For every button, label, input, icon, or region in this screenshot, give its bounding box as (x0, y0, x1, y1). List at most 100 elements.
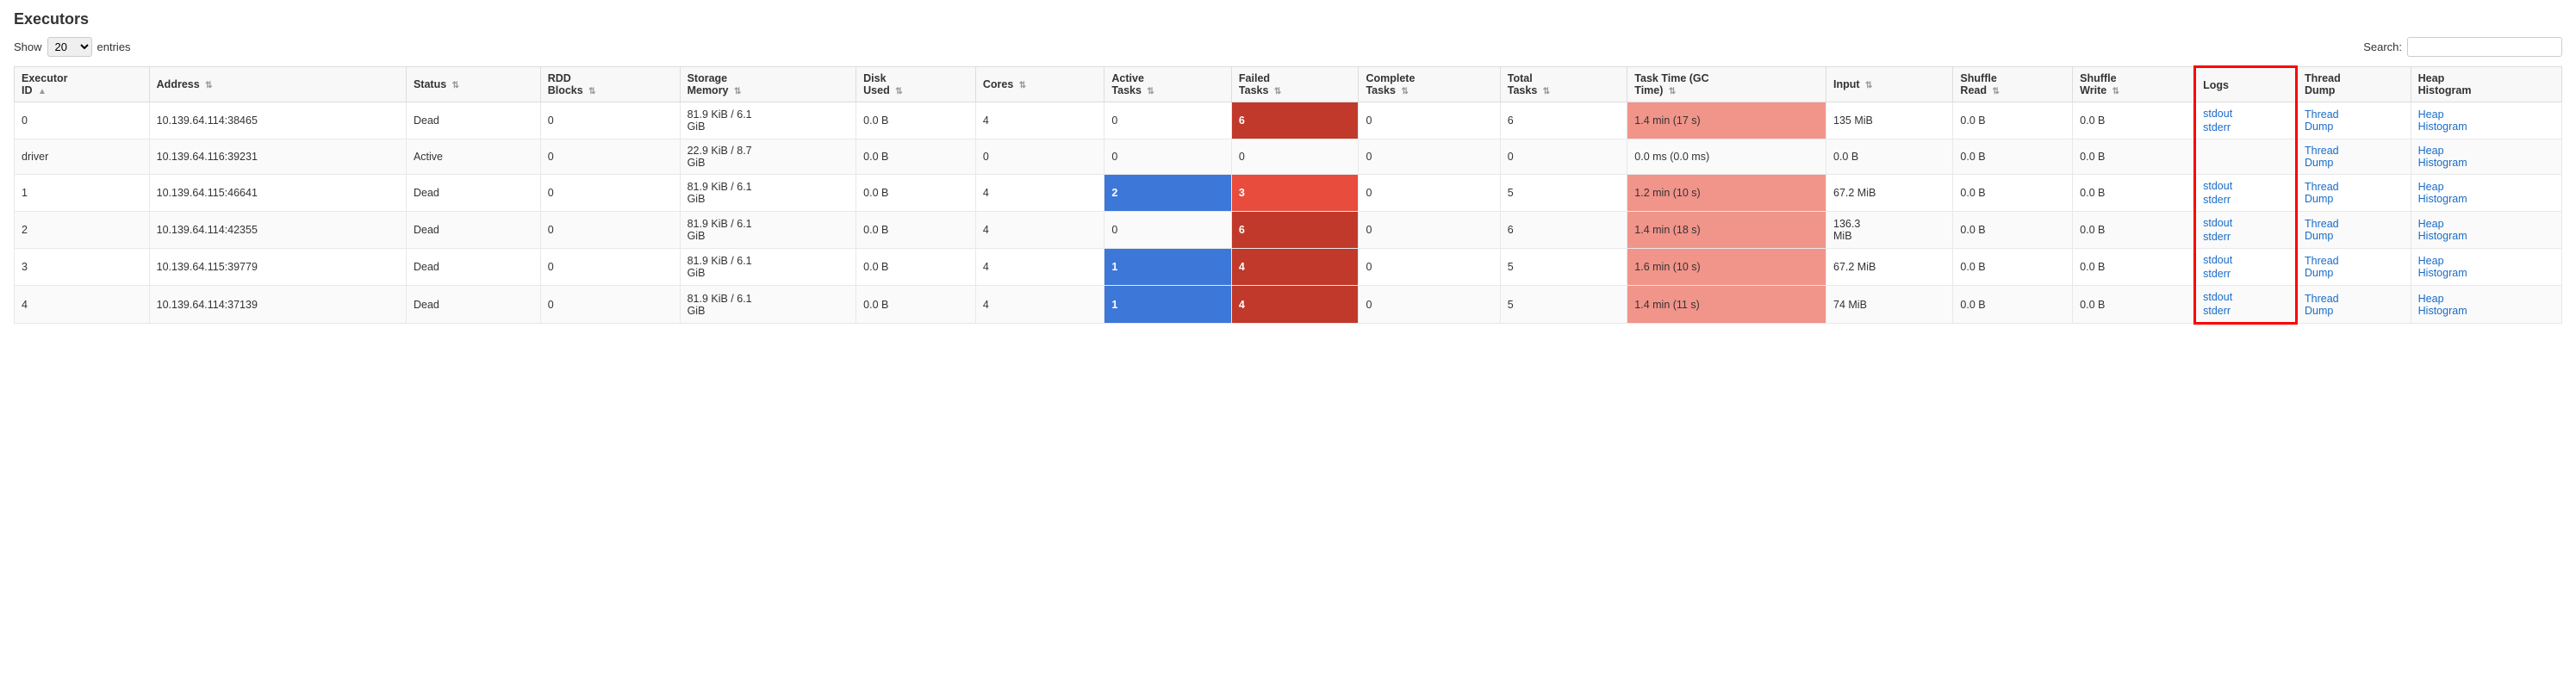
table-cell: 6 (1500, 102, 1627, 139)
log-link[interactable]: stdout (2203, 291, 2288, 303)
thread-dump-link[interactable]: ThreadDump (2305, 108, 2339, 133)
col-total-tasks[interactable]: TotalTasks ⇅ (1500, 67, 1627, 102)
log-link[interactable]: stderr (2203, 268, 2288, 280)
thread-dump-link[interactable]: ThreadDump (2305, 255, 2339, 279)
table-cell: 0 (1104, 102, 1232, 139)
table-cell: 0 (540, 212, 680, 249)
col-logs: Logs (2195, 67, 2297, 102)
table-cell: 10.139.64.115:46641 (149, 175, 406, 212)
thread-dump-link[interactable]: ThreadDump (2305, 293, 2339, 317)
table-body: 010.139.64.114:38465Dead081.9 KiB / 6.1G… (15, 102, 2562, 324)
heap-histogram-cell: HeapHistogram (2411, 175, 2561, 212)
heap-histogram-cell: HeapHistogram (2411, 102, 2561, 139)
table-cell: 0.0 B (1953, 286, 2073, 324)
table-cell: 0.0 B (856, 139, 976, 175)
table-cell: 6 (1231, 212, 1359, 249)
col-shuffle-read[interactable]: ShuffleRead ⇅ (1953, 67, 2073, 102)
table-cell: 0 (1104, 212, 1232, 249)
table-cell: Active (406, 139, 540, 175)
table-cell: 0.0 B (1826, 139, 1953, 175)
col-task-time[interactable]: Task Time (GCTime) ⇅ (1627, 67, 1826, 102)
logs-cell: stdout stderr (2195, 212, 2297, 249)
col-heap-histogram: HeapHistogram (2411, 67, 2561, 102)
log-link[interactable]: stderr (2203, 194, 2288, 206)
table-cell: 0.0 B (856, 102, 976, 139)
table-cell: 0.0 ms (0.0 ms) (1627, 139, 1826, 175)
logs-cell (2195, 139, 2297, 175)
table-cell: 0 (1359, 286, 1500, 324)
table-cell: 4 (1231, 286, 1359, 324)
table-cell: 0 (975, 139, 1104, 175)
table-cell: 0 (1359, 139, 1500, 175)
table-cell: 1 (15, 175, 150, 212)
col-rdd-blocks[interactable]: RDDBlocks ⇅ (540, 67, 680, 102)
table-cell: Dead (406, 102, 540, 139)
thread-dump-link[interactable]: ThreadDump (2305, 218, 2339, 242)
table-cell: 0.0 B (2073, 139, 2195, 175)
table-row: 310.139.64.115:39779Dead081.9 KiB / 6.1G… (15, 249, 2562, 286)
table-cell: 0 (1359, 249, 1500, 286)
table-cell: 0.0 B (856, 212, 976, 249)
col-input[interactable]: Input ⇅ (1826, 67, 1953, 102)
table-cell: 0.0 B (1953, 175, 2073, 212)
table-cell: 0 (540, 249, 680, 286)
col-executor-id[interactable]: ExecutorID ▲ (15, 67, 150, 102)
col-failed-tasks[interactable]: FailedTasks ⇅ (1231, 67, 1359, 102)
heap-histogram-link[interactable]: HeapHistogram (2418, 181, 2467, 205)
table-cell: 0 (540, 175, 680, 212)
table-cell: 0.0 B (1953, 139, 2073, 175)
table-cell: 4 (975, 212, 1104, 249)
heap-histogram-link[interactable]: HeapHistogram (2418, 145, 2467, 169)
heap-histogram-link[interactable]: HeapHistogram (2418, 293, 2467, 317)
heap-histogram-link[interactable]: HeapHistogram (2418, 108, 2467, 133)
table-cell: 0.0 B (2073, 286, 2195, 324)
col-storage-memory[interactable]: StorageMemory ⇅ (680, 67, 856, 102)
table-cell: 0 (1359, 175, 1500, 212)
thread-dump-cell: ThreadDump (2297, 102, 2411, 139)
thread-dump-link[interactable]: ThreadDump (2305, 181, 2339, 205)
thread-dump-link[interactable]: ThreadDump (2305, 145, 2339, 169)
page-title: Executors (14, 10, 2562, 28)
log-link[interactable]: stdout (2203, 180, 2288, 192)
heap-histogram-link[interactable]: HeapHistogram (2418, 218, 2467, 242)
col-shuffle-write[interactable]: ShuffleWrite ⇅ (2073, 67, 2195, 102)
heap-histogram-cell: HeapHistogram (2411, 286, 2561, 324)
col-address[interactable]: Address ⇅ (149, 67, 406, 102)
table-cell: 0.0 B (2073, 249, 2195, 286)
col-status[interactable]: Status ⇅ (406, 67, 540, 102)
table-cell: 5 (1500, 175, 1627, 212)
log-link[interactable]: stderr (2203, 305, 2288, 317)
col-disk-used[interactable]: DiskUsed ⇅ (856, 67, 976, 102)
thread-dump-cell: ThreadDump (2297, 175, 2411, 212)
table-cell: 0.0 B (1953, 249, 2073, 286)
table-cell: 0.0 B (856, 175, 976, 212)
table-cell: 0 (1500, 139, 1627, 175)
logs-cell: stdoutstderr (2195, 102, 2297, 139)
col-thread-dump: ThreadDump (2297, 67, 2411, 102)
search-label: Search: (2363, 40, 2402, 53)
log-link[interactable]: stdout (2203, 108, 2288, 120)
show-entries-control: Show 20 50 100 entries (14, 37, 131, 57)
table-cell: 0 (540, 286, 680, 324)
log-link[interactable]: stdout (2203, 217, 2288, 229)
table-cell: 1.4 min (17 s) (1627, 102, 1826, 139)
col-complete-tasks[interactable]: CompleteTasks ⇅ (1359, 67, 1500, 102)
heap-histogram-link[interactable]: HeapHistogram (2418, 255, 2467, 279)
table-cell: 2 (1104, 175, 1232, 212)
logs-cell: stdout stderr (2195, 249, 2297, 286)
search-input[interactable] (2407, 37, 2562, 57)
col-active-tasks[interactable]: ActiveTasks ⇅ (1104, 67, 1232, 102)
log-link[interactable]: stderr (2203, 121, 2288, 133)
log-link[interactable]: stdout (2203, 254, 2288, 266)
table-cell: 10.139.64.115:39779 (149, 249, 406, 286)
logs-cell: stdout stderr (2195, 286, 2297, 324)
table-cell: 1 (1104, 249, 1232, 286)
col-cores[interactable]: Cores ⇅ (975, 67, 1104, 102)
executors-table: ExecutorID ▲ Address ⇅ Status ⇅ RDDBlock… (14, 65, 2562, 325)
log-link[interactable]: stderr (2203, 231, 2288, 243)
table-cell: 0 (540, 139, 680, 175)
table-cell: 81.9 KiB / 6.1GiB (680, 286, 856, 324)
entries-select[interactable]: 20 50 100 (47, 37, 92, 57)
table-cell: 0.0 B (856, 249, 976, 286)
table-cell: 0.0 B (856, 286, 976, 324)
